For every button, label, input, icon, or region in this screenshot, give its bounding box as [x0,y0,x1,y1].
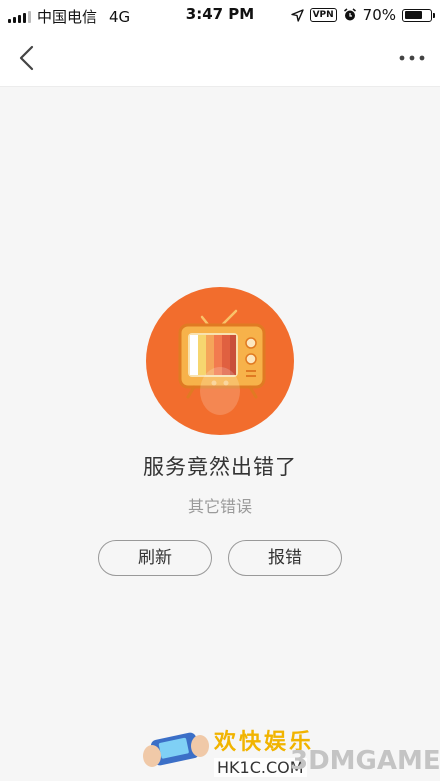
more-button[interactable] [396,42,428,74]
battery-icon [402,8,435,22]
battery-level [404,11,422,19]
chevron-left-icon [19,45,34,71]
report-error-button[interactable]: 报错 [228,540,342,576]
status-right: VPN 70% [290,6,435,24]
watermark: 欢快娱乐 HK1C.COM 3DMGAME [140,718,440,781]
refresh-button[interactable]: 刷新 [98,540,212,576]
error-title: 服务竟然出错了 [143,455,297,479]
more-dots-icon [399,55,425,61]
broken-tv-icon [146,287,294,435]
vpn-badge: VPN [309,8,337,22]
error-subtitle: 其它错误 [187,497,252,516]
alarm-icon [343,8,356,21]
status-bar: 中国电信 4G 3:47 PM VPN 70% [0,0,440,30]
navigation-bar [0,30,440,87]
error-illustration [144,287,296,435]
watermark-brand: 3DMGAME [290,746,440,776]
battery-percent: 70% [362,6,396,24]
location-arrow-icon [290,8,304,22]
back-button[interactable] [10,40,46,76]
gamepad-hands-logo [143,732,209,767]
